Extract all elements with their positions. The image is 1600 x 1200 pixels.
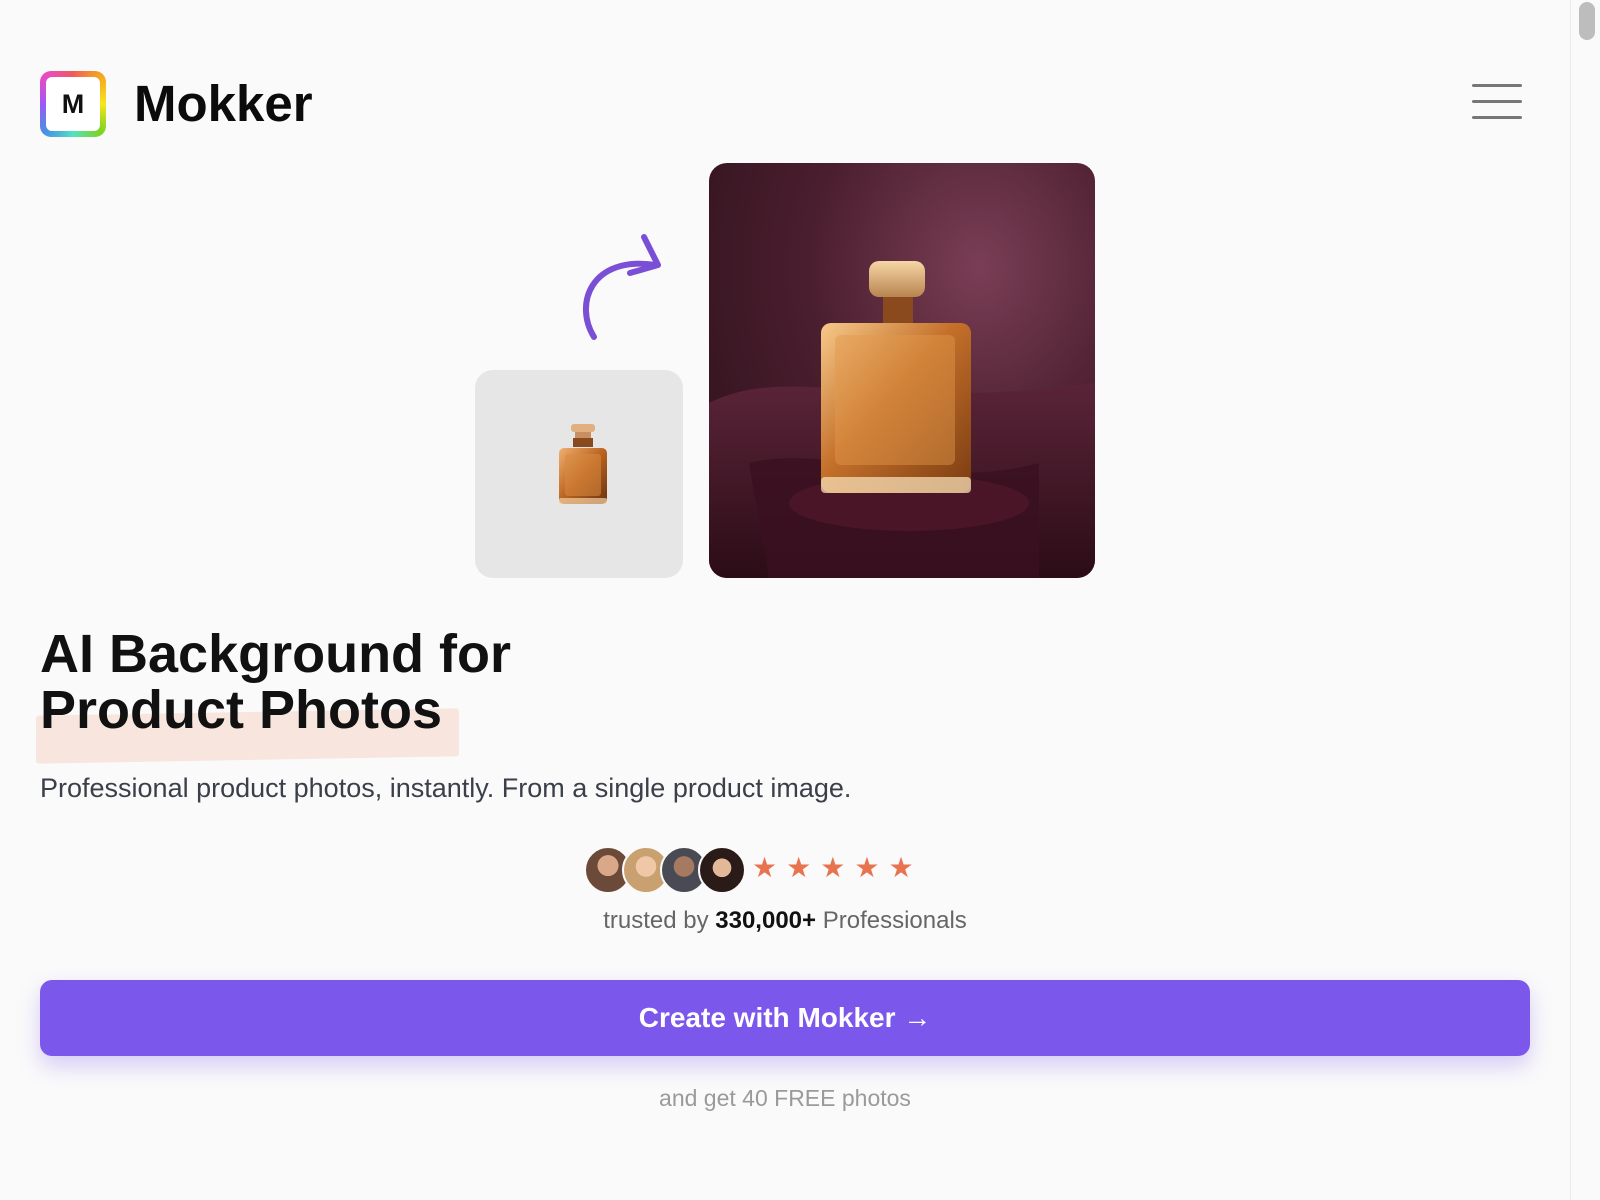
page-scrollbar[interactable] [1570,0,1600,1200]
trusted-count: 330,000+ [715,907,817,934]
before-product-image [475,370,683,578]
after-product-image [709,163,1095,578]
logo-letter: M [46,77,100,131]
star-icon: ★ [820,852,846,883]
avatar [698,846,746,894]
star-icon: ★ [854,852,880,883]
brand-name[interactable]: Mokker [134,72,313,136]
rating-stars: ★ ★ ★ ★ ★ [752,852,914,884]
page-title: AI Background for Product Photos [40,626,511,738]
hamburger-menu-icon[interactable] [1472,82,1522,122]
star-icon: ★ [888,852,914,883]
scrollbar-thumb[interactable] [1579,2,1595,40]
subtitle: Professional product photos, instantly. … [40,773,852,803]
create-with-mokker-button[interactable]: Create with Mokker → [40,980,1530,1056]
trusted-suffix: Professionals [822,907,967,934]
star-icon: ★ [752,852,778,883]
trusted-prefix: trusted by [603,907,709,934]
curved-arrow-icon [583,234,661,340]
trusted-by-text: trusted by 330,000+ Professionals [0,905,1570,937]
landing-page: M Mokker AI Background for Product Photo… [0,0,1600,1200]
mokker-logo[interactable]: M [40,71,106,137]
headline-line-2: Product Photos [40,680,442,740]
free-photos-note: and get 40 FREE photos [659,1085,911,1111]
star-icon: ★ [786,852,812,883]
headline-line-1: AI Background for [40,624,512,684]
